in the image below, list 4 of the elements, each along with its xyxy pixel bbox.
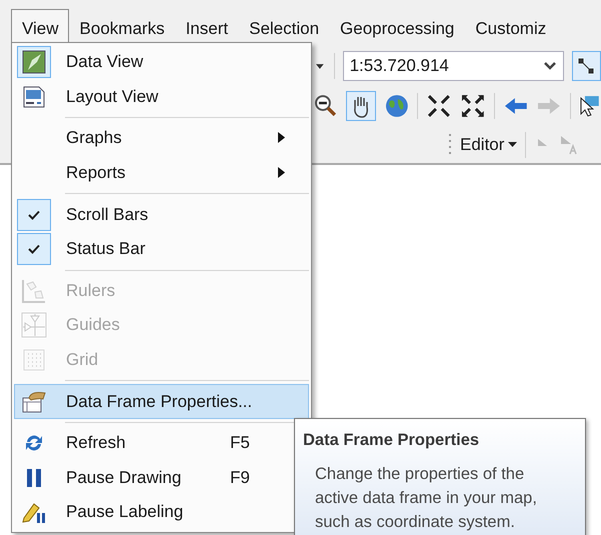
tooltip-title: Data Frame Properties — [303, 431, 480, 450]
tooltip-text: Change the properties of the active data frame in your map, such as coordinate system. — [315, 464, 538, 533]
shortcut-text: F9 — [230, 468, 251, 488]
shortcut-text: F5 — [230, 433, 251, 454]
